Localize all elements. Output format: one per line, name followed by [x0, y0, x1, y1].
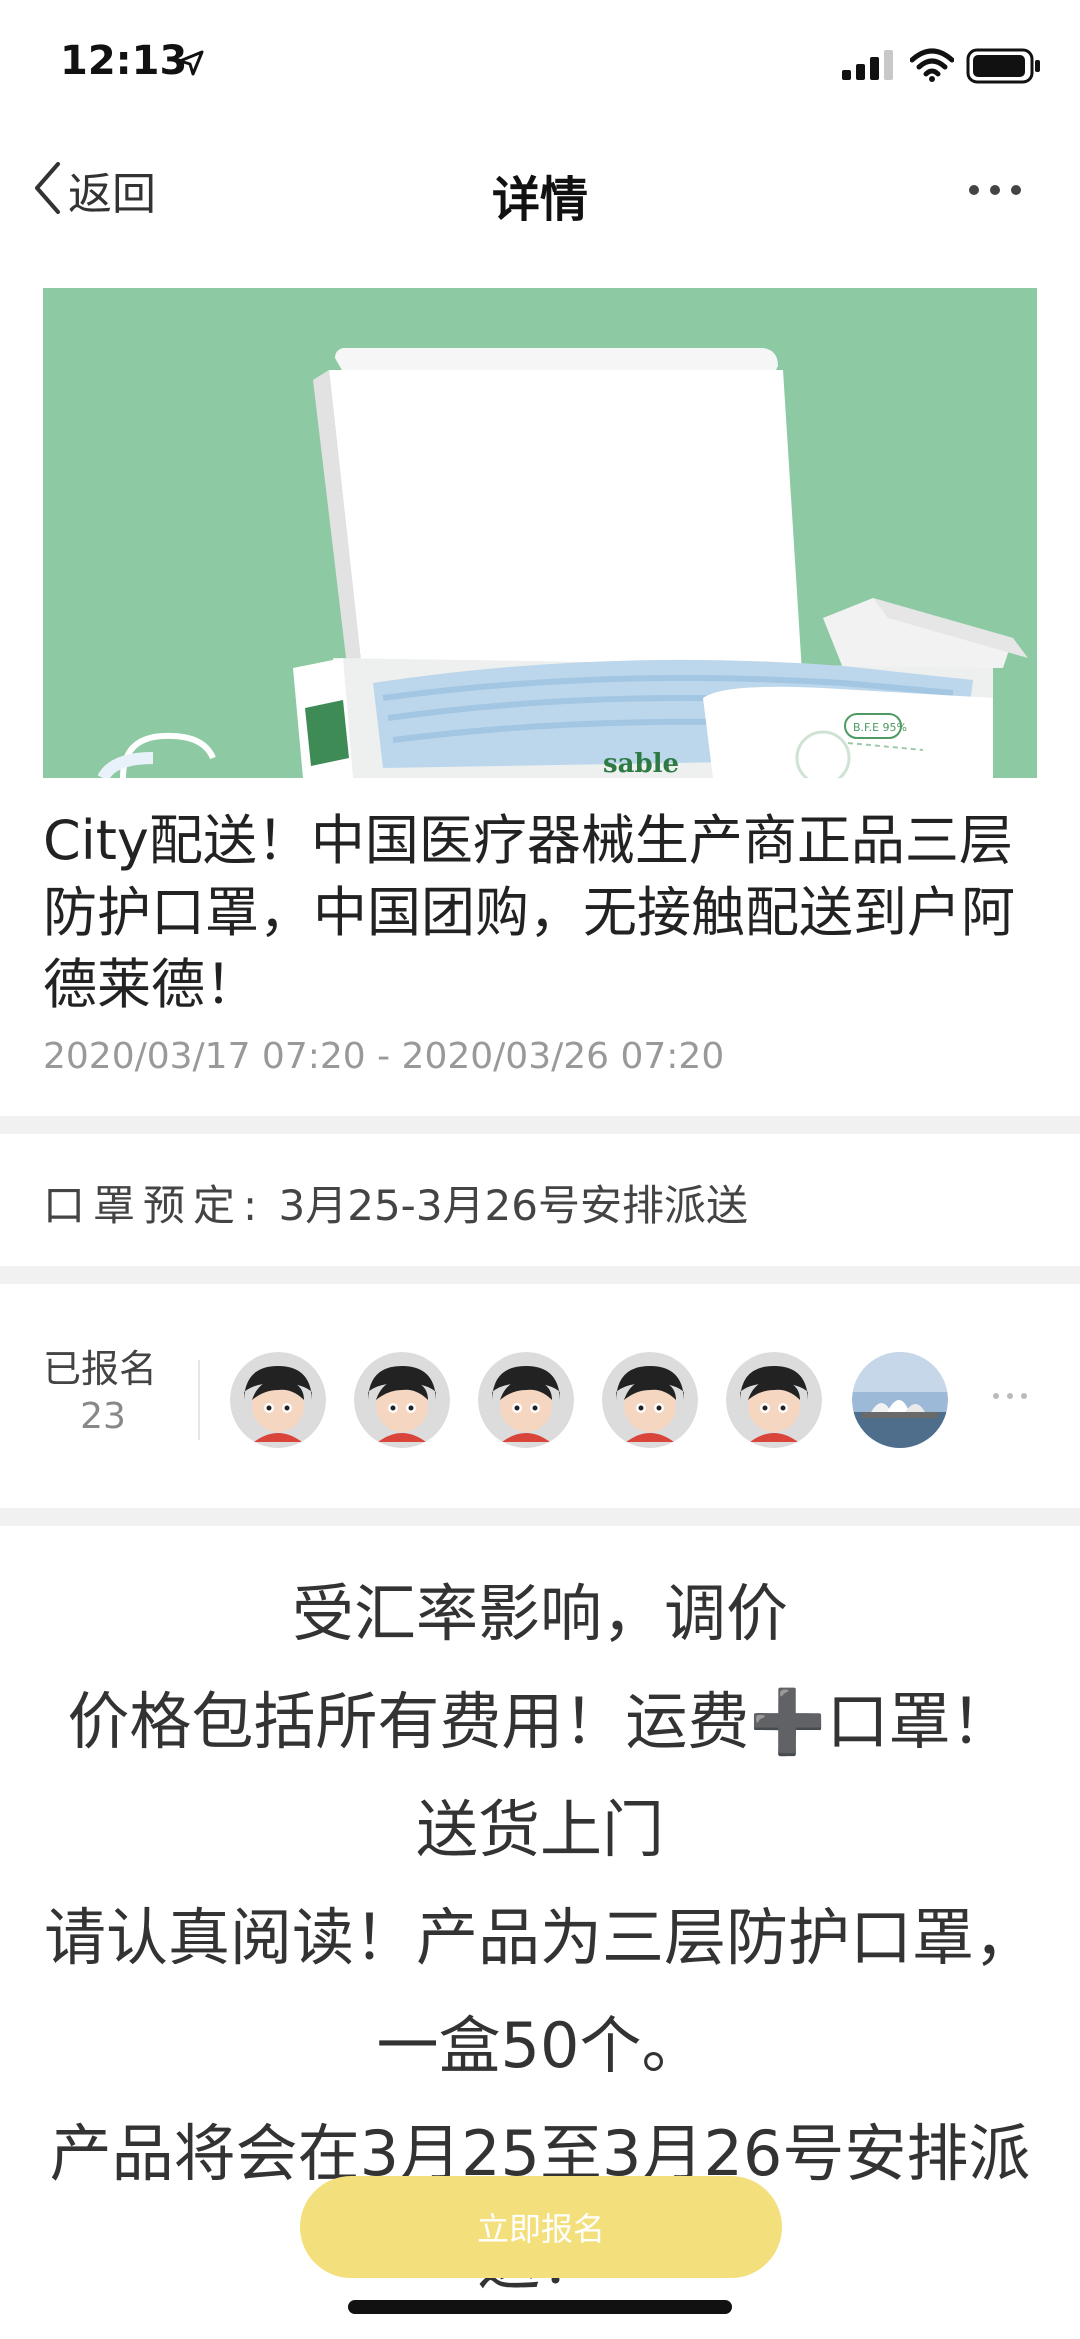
signup-label: 已报名	[43, 1347, 158, 1391]
avatar[interactable]	[354, 1352, 450, 1448]
status-time: 12:13	[60, 38, 188, 84]
date-range: 2020/03/17 07:20 - 2020/03/26 07:20	[43, 1036, 725, 1077]
badge-text: B.F.E 95%	[853, 721, 907, 734]
product-title: City配送！中国医疗器械生产商正品三层防护口罩，中国团购，无接触配送到户阿德莱…	[43, 809, 1015, 1016]
signup-now-button[interactable]: 立即报名	[300, 2176, 782, 2278]
mask-booking-label: 口罩预定:	[43, 1181, 266, 1230]
battery-icon	[966, 48, 1042, 88]
product-image: B.F.E 95% sable	[43, 288, 1037, 778]
status-bar: 12:13	[0, 0, 1080, 130]
cellular-signal-icon	[842, 50, 898, 84]
avatar-photo[interactable]	[852, 1352, 948, 1448]
avatar[interactable]	[230, 1352, 326, 1448]
avatar[interactable]	[726, 1352, 822, 1448]
avatar[interactable]	[478, 1352, 574, 1448]
mask-booking-value: 3月25-3月26号安排派送	[278, 1181, 749, 1230]
more-dots-icon	[960, 185, 1030, 214]
mask-booking-row: 口罩预定: 3月25-3月26号安排派送	[43, 1172, 748, 1233]
avatar[interactable]	[602, 1352, 698, 1448]
section-divider	[0, 1508, 1080, 1526]
wifi-icon	[909, 48, 955, 86]
page-title: 详情	[491, 172, 588, 228]
more-options-button[interactable]	[960, 170, 1030, 210]
nav-bar: 返回 详情	[0, 130, 1080, 250]
home-indicator	[348, 2300, 732, 2314]
signup-separator	[198, 1360, 200, 1440]
section-divider	[0, 1116, 1080, 1134]
box-print-text: sable	[603, 749, 679, 778]
signup-count: 23	[80, 1396, 126, 1437]
description-line: 受汇率影响，调价	[291, 1577, 788, 1650]
section-divider	[0, 1266, 1080, 1284]
signup-section: 已报名 23	[0, 1290, 1080, 1520]
location-arrow-icon	[178, 50, 204, 80]
description-line: 请认真阅读！产品为三层防护口罩，一盒50个。	[43, 1901, 1036, 2082]
more-participants-icon[interactable]	[990, 1386, 1030, 1406]
description-line: 价格包括所有费用！运费➕口罩！送货上门	[67, 1685, 1013, 1866]
